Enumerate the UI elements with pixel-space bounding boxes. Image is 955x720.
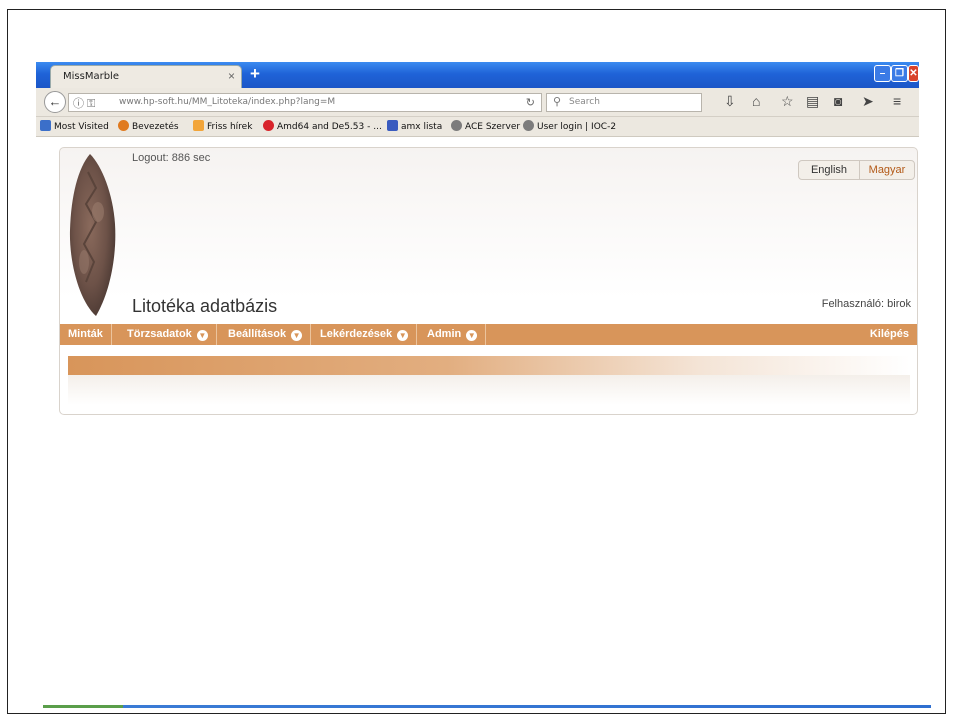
chevron-down-icon: ▼ [397,330,409,341]
bookmarks-bar: Most Visited Bevezetés Friss hírek Amd64… [36,117,919,137]
url-bar[interactable]: ⓘ ⚿ www.hp-soft.hu/MM_Litoteka/index.php… [68,93,542,112]
minimize-button[interactable]: – [874,65,891,82]
bookmark-user-login[interactable]: User login | IOC-2 [523,120,616,132]
menu-admin[interactable]: Admin ▼ [419,324,487,345]
chevron-down-icon: ▼ [291,330,303,341]
most-visited-icon [40,120,51,131]
close-window-button[interactable]: ✕ [908,65,919,82]
pocket-icon[interactable]: ◙ [834,93,842,109]
page-title: Litotéka adatbázis [132,296,278,316]
app-card: Logout: 886 sec English Magyar Litotéka … [59,147,918,415]
lang-magyar-button[interactable]: Magyar [860,161,914,179]
bookmark-bevezetes[interactable]: Bevezetés [118,120,179,132]
firefox-icon [118,120,129,131]
send-icon[interactable]: ➤ [862,93,874,110]
menu-beallitasok[interactable]: Beállítások ▼ [220,324,312,345]
maximize-button[interactable]: ❐ [891,65,908,82]
menu-lekerdezesek[interactable]: Lekérdezések ▼ [312,324,418,345]
reading-list-icon[interactable]: ▤ [806,93,819,110]
download-icon[interactable]: ⇩ [724,93,736,110]
site-info-icon[interactable]: ⓘ ⚿ [73,95,95,111]
logout-timer[interactable]: Logout: 886 sec [132,152,210,164]
bookmark-most-visited[interactable]: Most Visited [40,120,109,132]
url-text: www.hp-soft.hu/MM_Litoteka/index.php?lan… [119,97,336,107]
content-header-bar [68,356,910,375]
browser-window: MissMarble × + – ❐ ✕ ← ⓘ ⚿ www.hp-soft.h… [36,62,919,420]
amd-icon [263,120,274,131]
stone-tool-logo [69,154,116,316]
globe-icon [451,120,462,131]
navigation-bar: ← ⓘ ⚿ www.hp-soft.hu/MM_Litoteka/index.p… [36,88,919,117]
language-switch: English Magyar [798,160,915,180]
current-user: Felhasználó: birok [821,298,911,310]
bookmark-amd64[interactable]: Amd64 and De5.53 - ... [263,120,382,132]
home-icon[interactable]: ⌂ [752,93,760,109]
search-placeholder: Search [569,97,600,107]
search-bar[interactable]: ⚲ Search [546,93,702,112]
main-menu: Minták Törzsadatok ▼ Beállítások ▼ Lekérde… [60,324,917,345]
logout-button[interactable]: Kilépés [860,324,917,345]
new-tab-button[interactable]: + [250,64,260,84]
content-area [68,375,910,405]
menu-torzsadatok[interactable]: Törzsadatok ▼ [119,324,217,345]
globe-icon [523,120,534,131]
tab-title: MissMarble [63,71,119,82]
menu-mintak[interactable]: Minták [60,324,112,345]
chevron-down-icon: ▼ [466,330,478,341]
reload-icon[interactable]: ↻ [526,96,535,109]
browser-tab[interactable]: MissMarble × [50,65,242,88]
lang-english-button[interactable]: English [799,161,860,179]
bookmark-ace-szerver[interactable]: ACE Szerver [451,120,520,132]
back-button[interactable]: ← [44,91,66,113]
search-icon: ⚲ [553,96,562,108]
rss-icon [193,120,204,131]
chevron-down-icon: ▼ [196,330,208,341]
menu-icon[interactable]: ≡ [893,93,901,109]
bookmark-star-icon[interactable]: ☆ [781,93,794,110]
page-content: Logout: 886 sec English Magyar Litotéka … [36,137,919,420]
tab-close-icon[interactable]: × [228,69,235,83]
title-bar: MissMarble × + – ❐ ✕ [36,62,919,88]
taskbar-stripe [43,705,931,708]
bookmark-friss-hirek[interactable]: Friss hírek [193,120,252,132]
amx-icon [387,120,398,131]
bookmark-amx-lista[interactable]: amx lista [387,120,442,132]
